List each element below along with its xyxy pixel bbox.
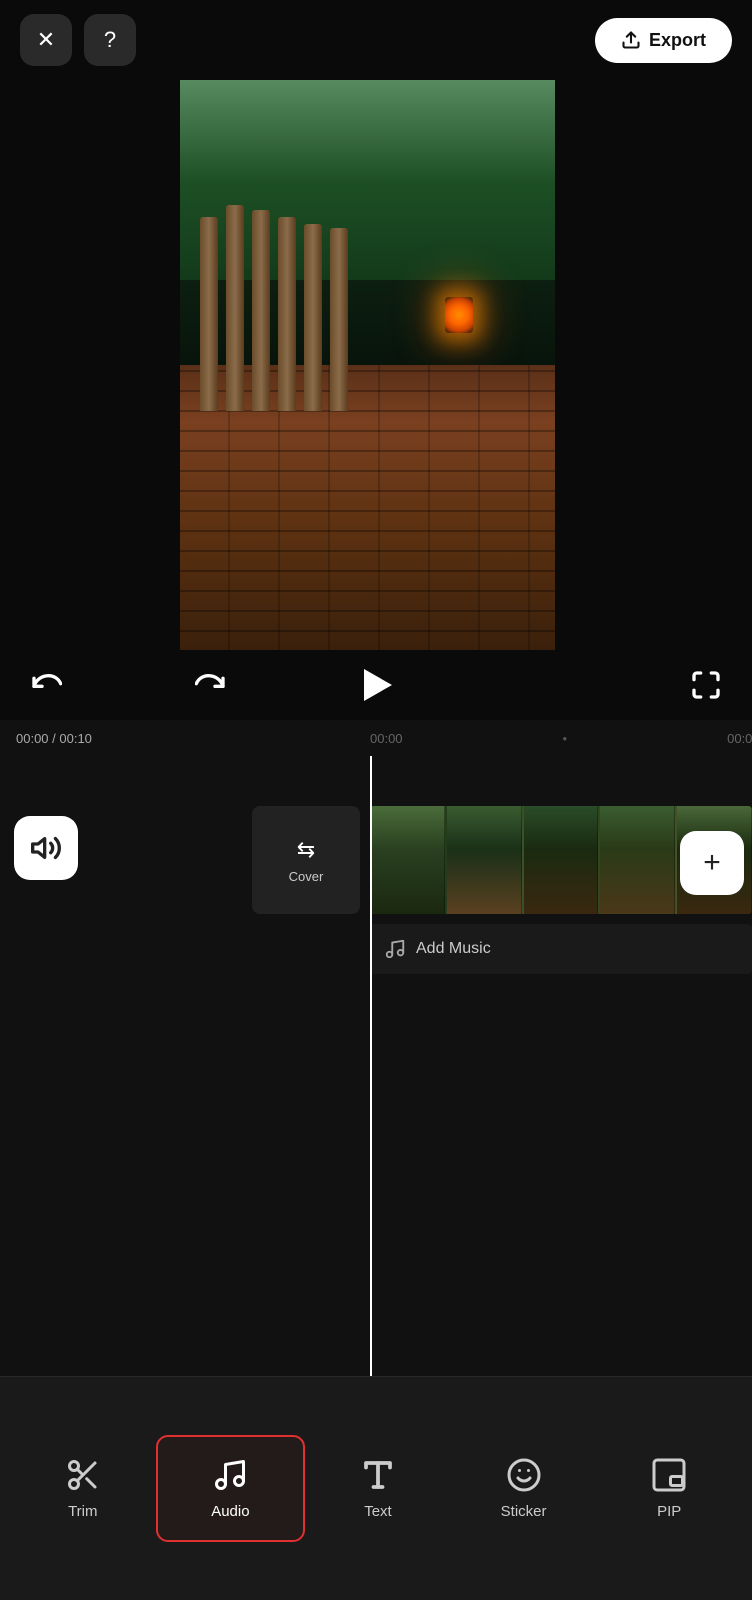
close-button[interactable]: ✕ bbox=[20, 14, 72, 66]
time-bar: 00:00 / 00:10 00:00 • 00:02 • bbox=[0, 720, 752, 756]
trim-label: Trim bbox=[68, 1503, 97, 1520]
timeline-playhead bbox=[370, 756, 372, 1376]
export-button[interactable]: Export bbox=[595, 18, 732, 63]
fence bbox=[180, 183, 375, 411]
top-bar: ✕ ? Export bbox=[0, 0, 752, 80]
fence-post-5 bbox=[304, 224, 322, 411]
video-background bbox=[180, 80, 555, 650]
timeline-area[interactable]: ⇆ Cover + Add Music bbox=[0, 756, 752, 1376]
fence-post-1 bbox=[200, 217, 218, 411]
volume-icon bbox=[30, 832, 62, 864]
time-marker-dot-1: • bbox=[563, 731, 568, 746]
text-label: Text bbox=[364, 1503, 392, 1520]
close-icon: ✕ bbox=[37, 27, 55, 53]
fullscreen-button[interactable] bbox=[684, 663, 728, 707]
fullscreen-icon bbox=[690, 669, 722, 701]
undo-icon bbox=[30, 669, 62, 701]
export-label: Export bbox=[649, 30, 706, 51]
volume-button[interactable] bbox=[14, 816, 78, 880]
top-bar-left: ✕ ? bbox=[20, 14, 136, 66]
add-clip-button[interactable]: + bbox=[680, 831, 744, 895]
pip-label: PIP bbox=[657, 1503, 681, 1520]
video-preview bbox=[180, 80, 555, 650]
music-note-icon bbox=[384, 938, 406, 960]
pip-icon bbox=[651, 1457, 687, 1493]
sticker-icon bbox=[506, 1457, 542, 1493]
time-marker-1: 00:00 bbox=[370, 731, 403, 746]
undo-button[interactable] bbox=[24, 663, 68, 707]
video-frame-4 bbox=[600, 806, 675, 914]
audio-icon bbox=[212, 1457, 248, 1493]
lantern bbox=[445, 297, 473, 333]
toolbar-item-trim[interactable]: Trim bbox=[10, 1437, 156, 1540]
redo-icon bbox=[195, 669, 227, 701]
bottom-toolbar: Trim Audio Text Sticker bbox=[0, 1376, 752, 1600]
toolbar-item-audio[interactable]: Audio bbox=[156, 1435, 306, 1542]
help-button[interactable]: ? bbox=[84, 14, 136, 66]
sticker-label: Sticker bbox=[501, 1503, 547, 1520]
trim-icon bbox=[65, 1457, 101, 1493]
audio-label: Audio bbox=[211, 1503, 249, 1520]
export-icon bbox=[621, 30, 641, 50]
add-music-bar[interactable]: Add Music bbox=[370, 924, 752, 974]
time-display: 00:00 / 00:10 bbox=[16, 731, 92, 746]
toolbar-item-text[interactable]: Text bbox=[305, 1437, 451, 1540]
cover-label: Cover bbox=[289, 869, 324, 884]
spacer bbox=[519, 663, 563, 707]
fence-post-6 bbox=[330, 228, 348, 410]
fence-post-3 bbox=[252, 210, 270, 411]
playback-controls bbox=[0, 650, 752, 720]
toolbar-item-pip[interactable]: PIP bbox=[596, 1437, 742, 1540]
add-music-text: Add Music bbox=[416, 940, 491, 958]
video-frame-3 bbox=[524, 806, 599, 914]
play-icon bbox=[364, 669, 392, 701]
redo-button[interactable] bbox=[189, 663, 233, 707]
toolbar-item-sticker[interactable]: Sticker bbox=[451, 1437, 597, 1540]
fence-post-4 bbox=[278, 217, 296, 411]
text-icon bbox=[360, 1457, 396, 1493]
add-clip-icon: + bbox=[703, 846, 721, 880]
time-markers: 00:00 • 00:02 • bbox=[370, 731, 752, 746]
video-frame-1 bbox=[370, 806, 445, 914]
play-button[interactable] bbox=[354, 663, 398, 707]
cover-thumbnail[interactable]: ⇆ Cover bbox=[252, 806, 360, 914]
time-marker-2: 00:02 bbox=[727, 731, 752, 746]
help-icon: ? bbox=[104, 27, 116, 53]
video-frame-2 bbox=[447, 806, 522, 914]
cover-arrows-icon: ⇆ bbox=[297, 837, 315, 863]
fence-post-2 bbox=[226, 205, 244, 410]
